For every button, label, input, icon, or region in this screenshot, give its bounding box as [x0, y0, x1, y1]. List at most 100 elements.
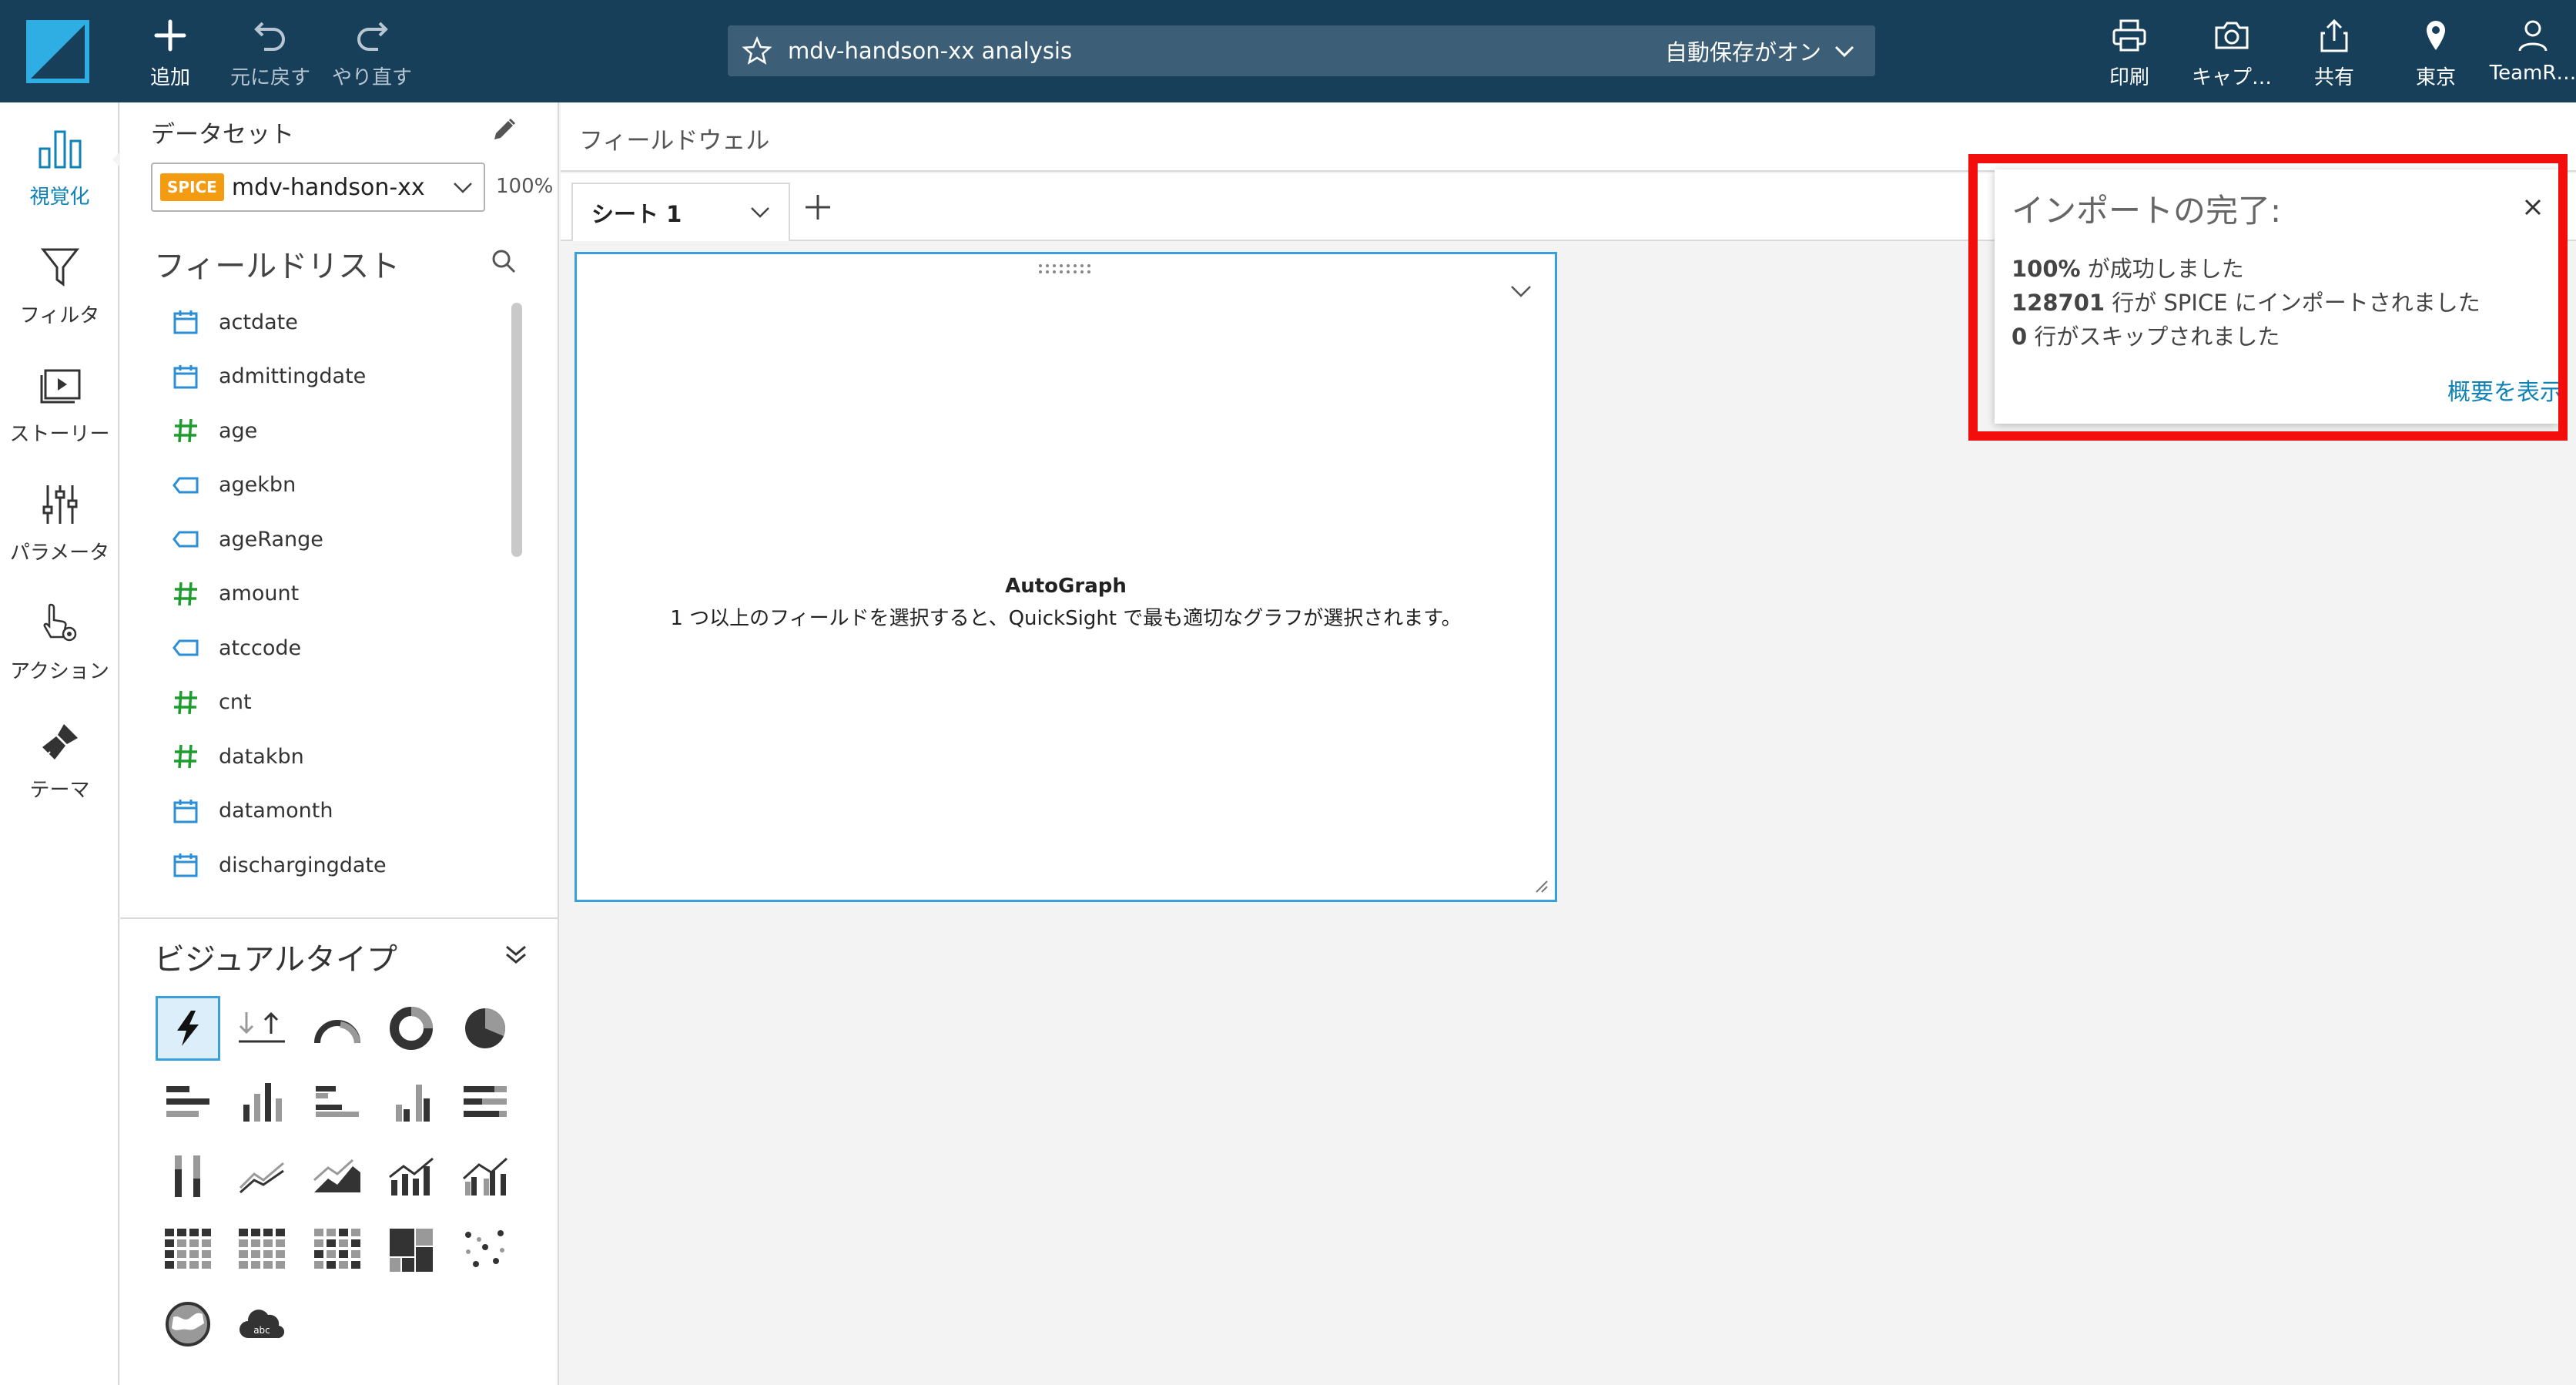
gauge-visual-icon[interactable] [305, 996, 370, 1061]
field-item-age[interactable]: age [171, 411, 257, 450]
calendar-icon [171, 362, 200, 391]
tree-map-visual-icon[interactable] [379, 1218, 444, 1283]
nav-filter[interactable]: フィルタ [0, 243, 119, 350]
drag-handle-icon[interactable] [1037, 262, 1093, 276]
nav-actions[interactable]: アクション [0, 599, 119, 706]
field-item-amount[interactable]: amount [171, 575, 299, 613]
field-name: datamonth [219, 799, 333, 823]
undo-icon [247, 14, 293, 57]
hash-icon [171, 416, 200, 445]
field-item-atccode[interactable]: atccode [171, 629, 301, 667]
vertical-bar-visual-icon[interactable] [229, 1070, 294, 1135]
left-icon-bar: 視覚化 フィルタ ストーリー パラメータ アクション テーマ [0, 102, 123, 1385]
clustered-column-visual-icon[interactable] [379, 1070, 444, 1135]
dataset-select[interactable]: SPICE mdv-handson-xx [151, 163, 485, 212]
add-sheet-plus-icon[interactable] [801, 190, 835, 224]
autograph-visual-icon[interactable] [156, 996, 220, 1061]
field-item-cnt[interactable]: cnt [171, 683, 252, 722]
analysis-title[interactable]: mdv-handson-xx analysis [788, 38, 1072, 64]
area-chart-visual-icon[interactable] [305, 1144, 370, 1209]
table-visual-icon[interactable] [229, 1218, 294, 1283]
field-item-admittingdate[interactable]: admittingdate [171, 357, 366, 396]
stacked-bar-visual-icon[interactable] [453, 1070, 518, 1135]
region-button[interactable]: 東京 [2409, 14, 2463, 91]
clustered-bar-visual-icon[interactable] [305, 1070, 370, 1135]
field-name: admittingdate [219, 364, 367, 388]
field-item-actdate[interactable]: actdate [171, 303, 298, 341]
field-name: ageRange [219, 527, 323, 552]
tab-sheet-1[interactable]: シート 1 [571, 183, 790, 241]
capture-label: キャプ… [2191, 66, 2272, 89]
line-chart-visual-icon[interactable] [229, 1144, 294, 1209]
redo-label: やり直す [331, 66, 412, 89]
svg-text:abc: abc [253, 1325, 270, 1336]
dataset-percent: 100% [496, 175, 554, 198]
nav-story[interactable]: ストーリー [0, 361, 119, 469]
add-label: 追加 [149, 66, 190, 89]
autograph-title: AutoGraph [1005, 575, 1127, 598]
hash-icon [171, 579, 200, 609]
autosave-status[interactable]: 自動保存がオン [1665, 35, 1821, 67]
calendar-icon [171, 850, 200, 880]
redo-button[interactable]: やり直す [330, 14, 414, 91]
search-icon[interactable] [490, 247, 518, 275]
print-button[interactable]: 印刷 [2102, 14, 2156, 91]
nav-themes[interactable]: テーマ [0, 717, 119, 825]
share-label: 共有 [2313, 66, 2354, 89]
autograph-visual[interactable]: AutoGraph 1 つ以上のフィールドを選択すると、QuickSight で… [574, 252, 1557, 902]
scatter-plot-visual-icon[interactable] [453, 1218, 518, 1283]
field-item-datamonth[interactable]: datamonth [171, 792, 333, 830]
pencil-icon[interactable] [490, 116, 518, 144]
geospatial-map-visual-icon[interactable] [156, 1292, 220, 1356]
field-item-agekbn[interactable]: agekbn [171, 466, 296, 505]
donut-visual-icon[interactable] [379, 996, 444, 1061]
tag-icon [171, 525, 200, 554]
horizontal-bar-visual-icon[interactable] [156, 1070, 220, 1135]
bar-line-combo-visual-icon[interactable] [379, 1144, 444, 1209]
quicksight-logo-icon[interactable] [26, 20, 89, 83]
print-label: 印刷 [2109, 66, 2149, 89]
stacked-column-visual-icon[interactable] [156, 1144, 220, 1209]
clustered-line-combo-visual-icon[interactable] [453, 1144, 518, 1209]
analysis-title-bar[interactable]: mdv-handson-xx analysis 自動保存がオン [728, 25, 1875, 76]
resize-handle-icon[interactable] [1533, 878, 1549, 894]
chevron-down-icon[interactable] [1832, 39, 1857, 64]
word-cloud-visual-icon[interactable]: abc [229, 1292, 294, 1356]
double-chevron-down-icon[interactable] [502, 941, 530, 968]
field-name: amount [219, 582, 300, 605]
field-item-dischargingdate[interactable]: dischargingdate [171, 846, 387, 884]
pointer-gear-icon [35, 599, 85, 648]
field-item-datakbn[interactable]: datakbn [171, 737, 304, 776]
share-button[interactable]: 共有 [2307, 14, 2361, 91]
plus-icon [147, 14, 193, 57]
field-item-ageRange[interactable]: ageRange [171, 520, 323, 558]
heat-map-visual-icon[interactable] [305, 1218, 370, 1283]
region-label: 東京 [2415, 66, 2456, 89]
pie-visual-icon[interactable] [453, 996, 518, 1061]
add-button[interactable]: 追加 [143, 14, 197, 91]
field-name: actdate [219, 310, 298, 334]
user-button[interactable]: TeamR… [2490, 14, 2576, 91]
field-name: datakbn [219, 744, 304, 769]
chevron-down-icon[interactable] [749, 201, 772, 224]
undo-button[interactable]: 元に戻す [228, 14, 313, 91]
chevron-down-icon[interactable] [1507, 277, 1535, 305]
highlight-box [1968, 154, 2568, 441]
pivot-table-visual-icon[interactable] [156, 1218, 220, 1283]
dataset-name: mdv-handson-xx [231, 173, 425, 201]
star-icon[interactable] [742, 35, 772, 66]
nav-parameters-label: パラメータ [9, 542, 110, 565]
panel-divider [120, 917, 559, 919]
kpi-visual-icon[interactable] [229, 996, 294, 1061]
field-name: agekbn [219, 473, 296, 497]
field-list-scrollbar[interactable] [511, 303, 522, 557]
field-name: dischargingdate [219, 853, 387, 877]
bar-chart-icon [35, 124, 85, 173]
story-icon [35, 361, 85, 411]
nav-parameters[interactable]: パラメータ [0, 480, 119, 588]
sheet-tab-label: シート 1 [591, 201, 682, 227]
capture-button[interactable]: キャプ… [2186, 14, 2278, 91]
field-list-title: フィールドリスト [154, 249, 400, 284]
nav-visualize[interactable]: 視覚化 [0, 124, 119, 232]
hash-icon [171, 688, 200, 717]
